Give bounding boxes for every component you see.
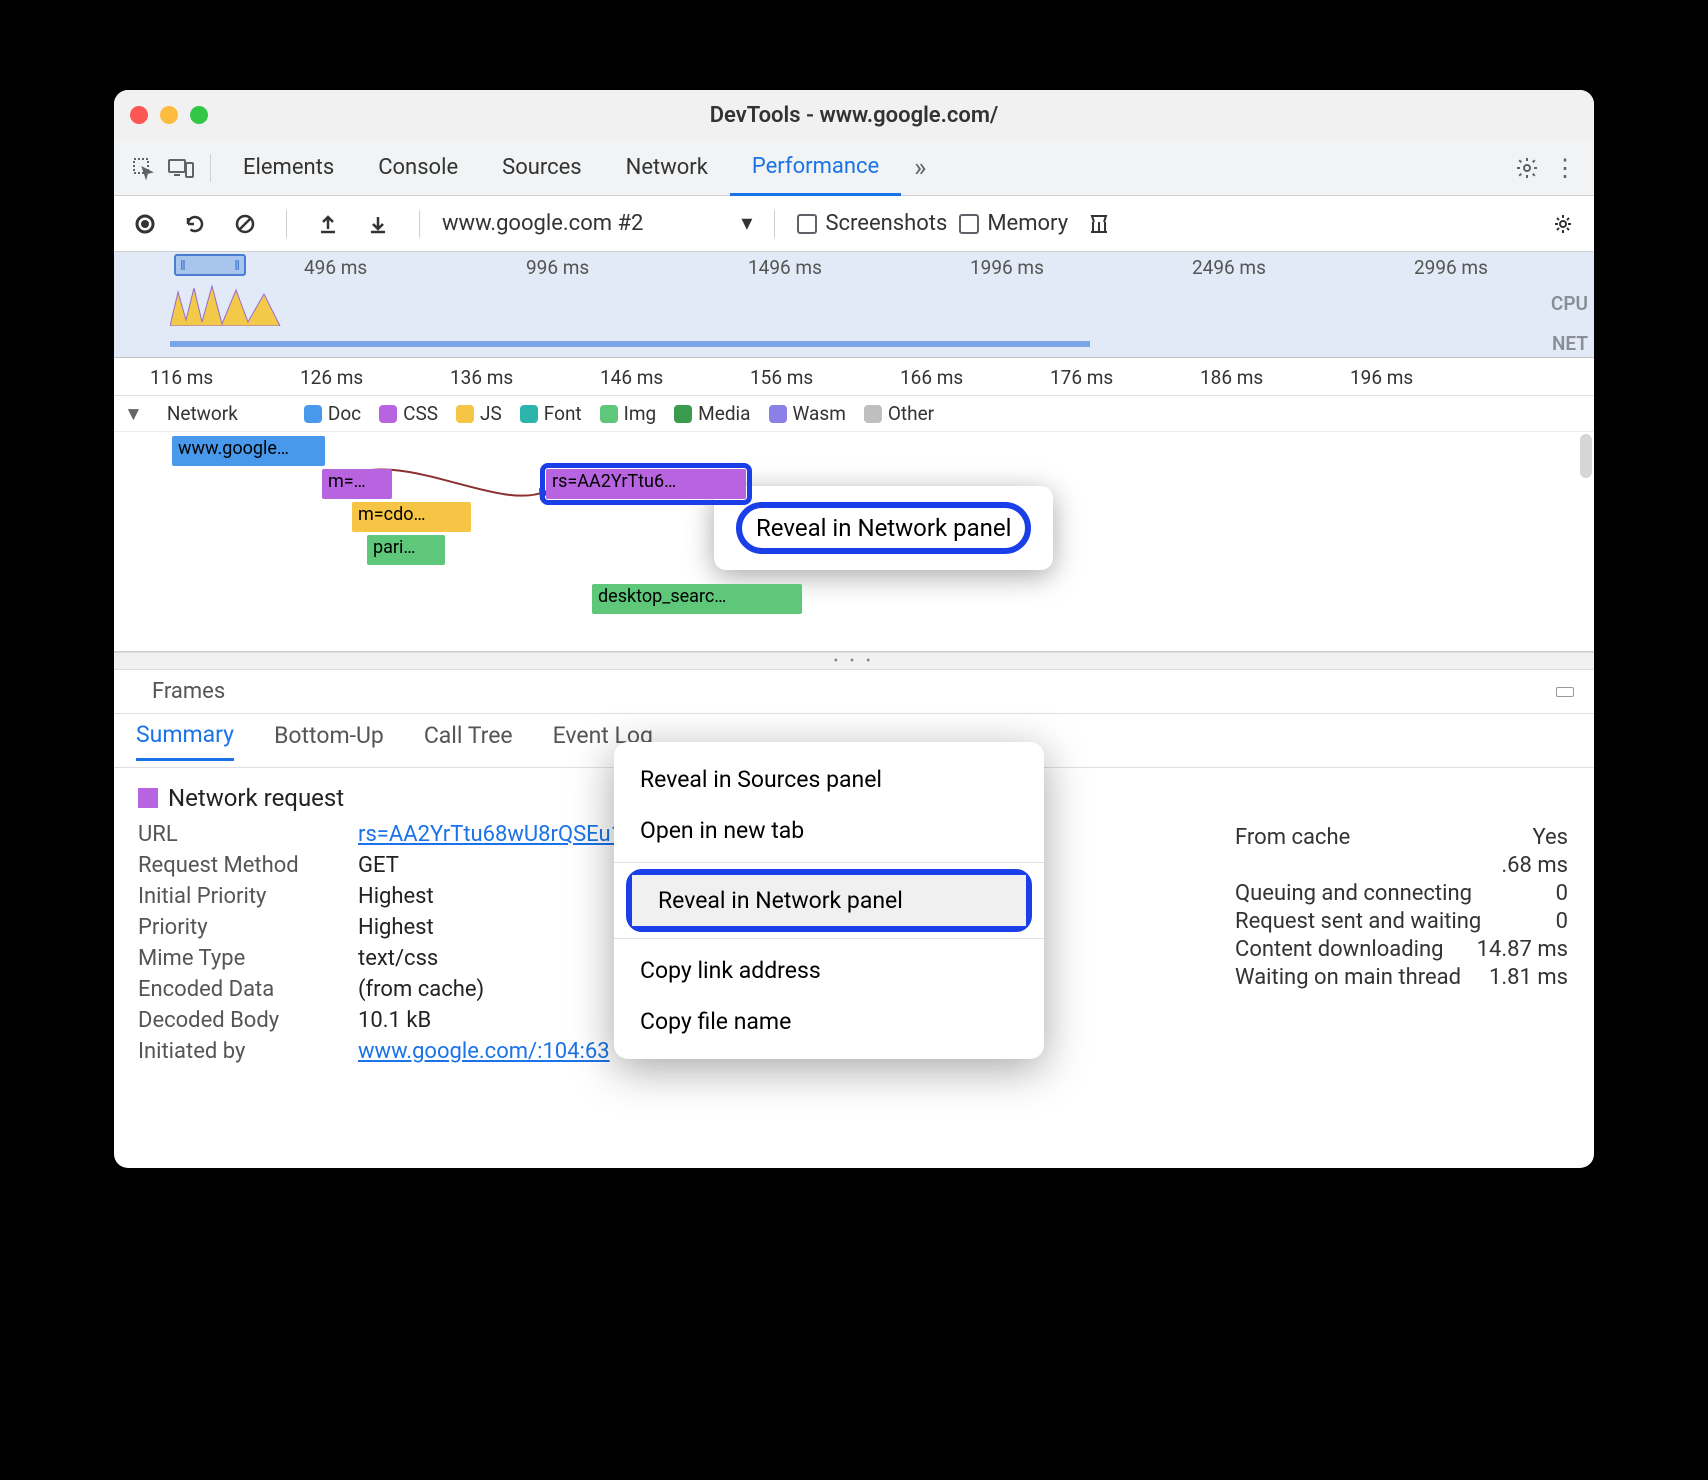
frame-thumb bbox=[1556, 687, 1574, 697]
timing-row: Waiting on main thread1.81 ms bbox=[1235, 965, 1568, 990]
network-request-bar[interactable]: m=… bbox=[322, 469, 392, 499]
net-label: NET bbox=[1552, 332, 1588, 355]
network-section-header[interactable]: ▼ Network Doc CSS JS Font Img Media Wasm… bbox=[114, 396, 1594, 432]
main-tabs: Elements Console Sources Network Perform… bbox=[114, 140, 1594, 196]
tab-sources[interactable]: Sources bbox=[480, 155, 604, 180]
resize-handle[interactable]: • • • bbox=[114, 652, 1594, 670]
overview-tick: 2496 ms bbox=[1192, 256, 1266, 279]
frames-label: Frames bbox=[152, 679, 225, 704]
cpu-label: CPU bbox=[1551, 292, 1588, 315]
timing-row: Request sent and waiting0 bbox=[1235, 909, 1568, 934]
inspect-icon[interactable] bbox=[124, 149, 162, 187]
timing-row: Content downloading14.87 ms bbox=[1235, 937, 1568, 962]
network-request-bar[interactable]: www.google… bbox=[172, 436, 325, 466]
overview-tick: 496 ms bbox=[304, 256, 367, 279]
context-menu-item[interactable]: Reveal in Sources panel bbox=[614, 754, 1044, 805]
context-menu-item[interactable]: Reveal in Network panel bbox=[632, 875, 1026, 926]
context-menu: Reveal in Sources panelOpen in new tab Re… bbox=[614, 742, 1044, 1059]
tab-console[interactable]: Console bbox=[356, 155, 480, 180]
request-type-swatch bbox=[138, 788, 158, 808]
collapse-icon[interactable]: ▼ bbox=[124, 402, 143, 426]
timing-row: Queuing and connecting0 bbox=[1235, 881, 1568, 906]
download-icon[interactable] bbox=[359, 205, 397, 243]
timing-stats: From cacheYes .68 msQueuing and connecti… bbox=[1235, 822, 1568, 993]
capture-settings-icon[interactable] bbox=[1544, 205, 1582, 243]
network-request-bar[interactable]: desktop_searc… bbox=[592, 584, 802, 614]
context-menu-item[interactable]: Open in new tab bbox=[614, 805, 1044, 856]
context-menu-item[interactable]: Copy link address bbox=[614, 945, 1044, 996]
screenshots-checkbox[interactable]: Screenshots bbox=[797, 211, 947, 236]
settings-icon[interactable] bbox=[1508, 149, 1546, 187]
network-section-label: Network bbox=[167, 402, 238, 425]
window-title: DevTools - www.google.com/ bbox=[114, 103, 1594, 128]
highlighted-request-ring bbox=[540, 463, 752, 505]
overview-tick: 2996 ms bbox=[1414, 256, 1488, 279]
details-tab-calltree[interactable]: Call Tree bbox=[424, 722, 513, 759]
window-titlebar: DevTools - www.google.com/ bbox=[114, 90, 1594, 140]
memory-checkbox[interactable]: Memory bbox=[959, 211, 1068, 236]
details-tab-summary[interactable]: Summary bbox=[136, 721, 234, 761]
scrollbar-thumb[interactable] bbox=[1580, 434, 1592, 478]
overview-activity-graph bbox=[170, 282, 300, 326]
tab-network[interactable]: Network bbox=[604, 155, 730, 180]
timing-row: .68 ms bbox=[1235, 853, 1568, 878]
reload-icon[interactable] bbox=[176, 205, 214, 243]
overview-tick: 1996 ms bbox=[970, 256, 1044, 279]
frames-section[interactable]: Frames bbox=[114, 670, 1594, 714]
initiated-by-link[interactable]: www.google.com/:104:63 bbox=[358, 1039, 610, 1064]
record-icon[interactable] bbox=[126, 205, 164, 243]
overview-tick: 1496 ms bbox=[748, 256, 822, 279]
performance-toolbar: www.google.com #2 ▾ Screenshots Memory bbox=[114, 196, 1594, 252]
reveal-tooltip-text[interactable]: Reveal in Network panel bbox=[736, 502, 1031, 554]
context-menu-item[interactable]: Copy file name bbox=[614, 996, 1044, 1047]
more-tabs-icon[interactable]: » bbox=[901, 149, 939, 187]
target-label: www.google.com #2 bbox=[442, 211, 643, 236]
kebab-icon[interactable]: ⋮ bbox=[1546, 149, 1584, 187]
network-request-bar[interactable]: m=cdo… bbox=[352, 502, 471, 532]
tab-performance[interactable]: Performance bbox=[730, 140, 901, 196]
network-tracks[interactable]: Reveal in Network panel www.google…m=…rs… bbox=[114, 432, 1594, 652]
network-request-bar[interactable]: pari… bbox=[367, 535, 445, 565]
reveal-tooltip: Reveal in Network panel bbox=[714, 486, 1053, 570]
target-select[interactable]: www.google.com #2 ▾ bbox=[442, 211, 752, 236]
devtools-window: DevTools - www.google.com/ Elements Cons… bbox=[114, 90, 1594, 1168]
overview-tick: 996 ms bbox=[526, 256, 589, 279]
upload-icon[interactable] bbox=[309, 205, 347, 243]
overview-timeline[interactable]: ‖‖ 496 ms 996 ms 1496 ms 1996 ms 2496 ms… bbox=[114, 252, 1594, 358]
tab-elements[interactable]: Elements bbox=[221, 155, 356, 180]
overview-selection-handle[interactable]: ‖‖ bbox=[174, 254, 246, 276]
clear-icon[interactable] bbox=[226, 205, 264, 243]
timeline-ruler: 116 ms 126 ms 136 ms 146 ms 156 ms 166 m… bbox=[114, 358, 1594, 396]
garbage-collect-icon[interactable] bbox=[1080, 205, 1118, 243]
overview-net-bar bbox=[170, 341, 1090, 347]
device-toggle-icon[interactable] bbox=[162, 149, 200, 187]
details-tab-bottomup[interactable]: Bottom-Up bbox=[274, 722, 384, 759]
